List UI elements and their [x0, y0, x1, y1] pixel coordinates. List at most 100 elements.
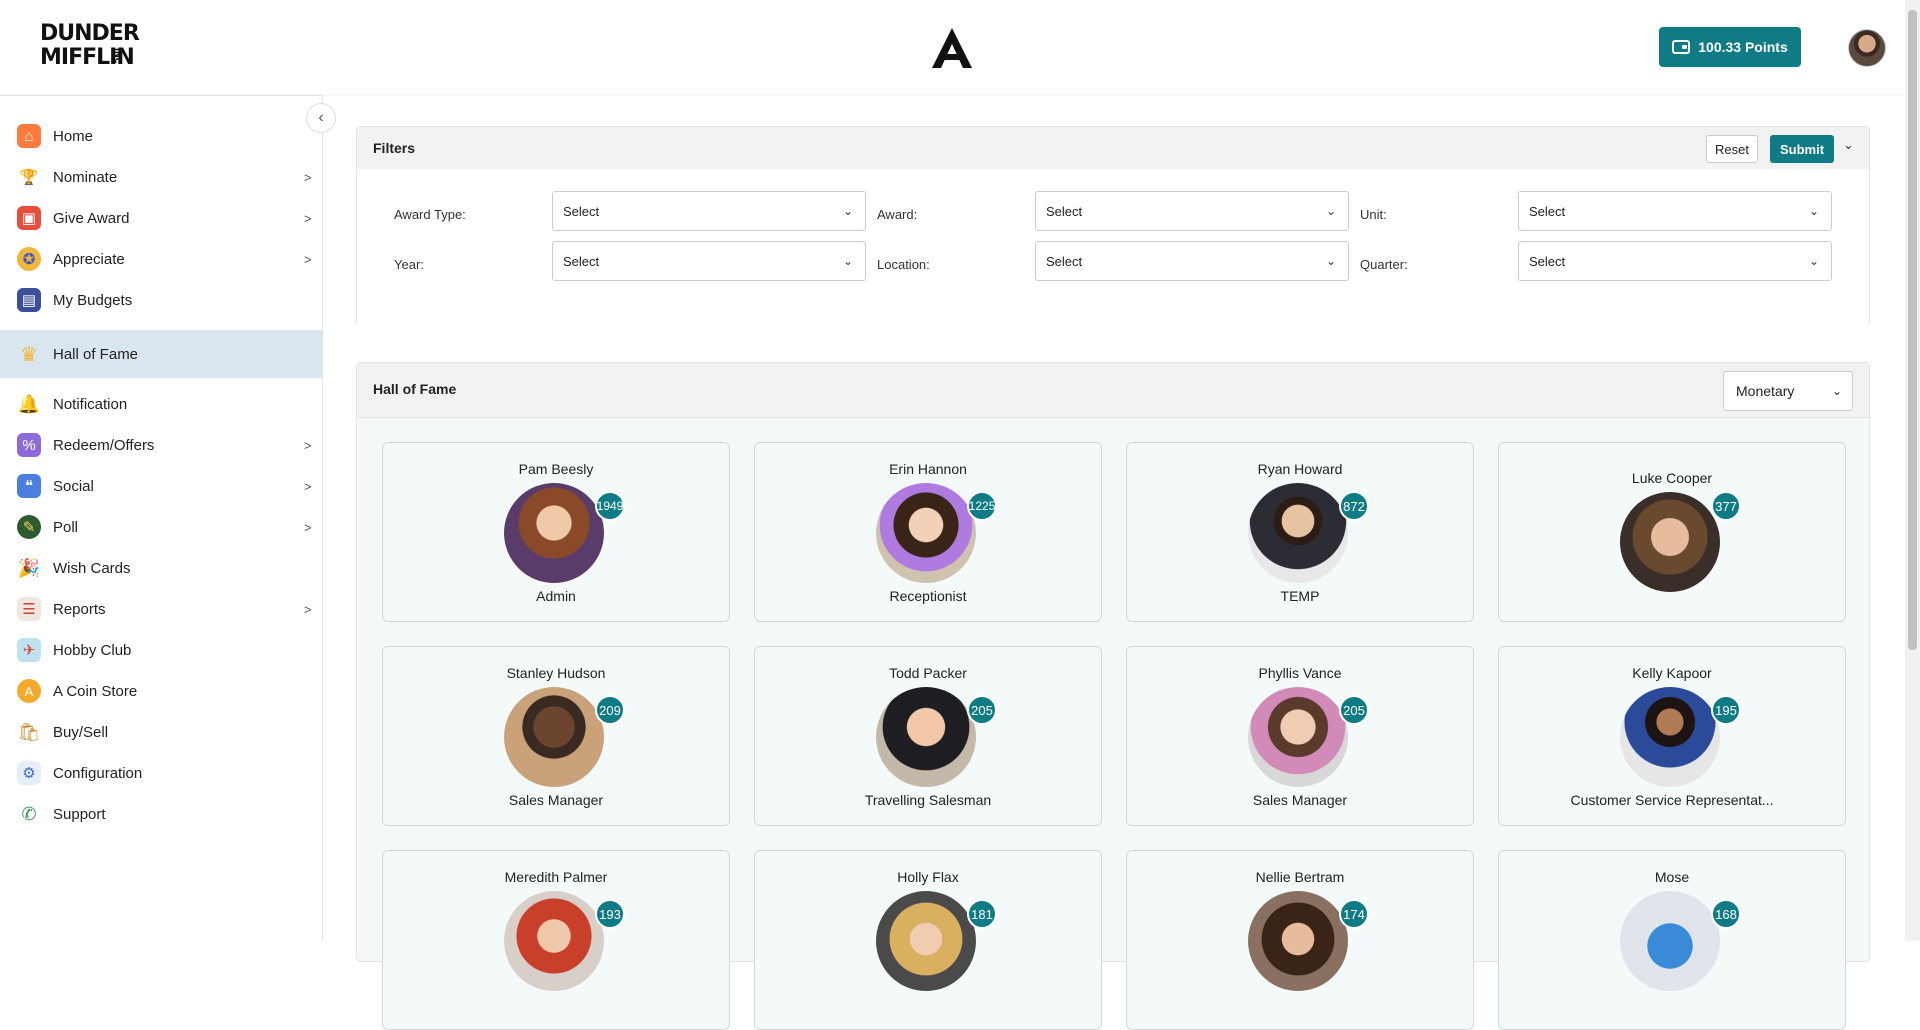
medal-icon: ✪ — [17, 247, 41, 271]
card-name: Erin Hannon — [889, 461, 967, 477]
avatar — [1620, 492, 1720, 592]
sidebar-item-label: My Budgets — [53, 291, 133, 309]
page-scrollbar[interactable] — [1905, 0, 1920, 941]
chevron-down-icon: ⌄ — [1325, 254, 1336, 268]
year-value: Select — [563, 253, 600, 269]
hof-card[interactable]: Nellie Bertram 174 — [1126, 850, 1474, 1030]
hof-card[interactable]: Meredith Palmer 193 — [382, 850, 730, 1030]
hof-card[interactable]: Luke Cooper 377 — [1498, 442, 1846, 622]
avatar — [1248, 483, 1348, 583]
avatar — [504, 483, 604, 583]
sidebar-item-label: Notification — [53, 395, 128, 413]
coin-icon: A — [17, 679, 41, 703]
quarter-label: Quarter: — [1360, 257, 1408, 272]
points-badge: 195 — [1711, 695, 1741, 725]
sidebar-item-give-award[interactable]: ▣ Give Award > — [0, 198, 322, 238]
location-value: Select — [1046, 253, 1083, 269]
home-icon: ⌂ — [17, 124, 41, 148]
wallet-icon — [1672, 40, 1691, 54]
location-label: Location: — [877, 257, 930, 272]
card-role: Sales Manager — [508, 792, 604, 808]
unit-value: Select — [1529, 203, 1566, 219]
avatar — [1248, 891, 1348, 991]
sidebar-item-label: Buy/Sell — [53, 723, 109, 741]
location-select[interactable]: Select ⌄ — [1035, 241, 1349, 281]
sidebar-item-hall-of-fame[interactable]: ♛ Hall of Fame — [0, 330, 322, 378]
crown-icon: ♛ — [20, 343, 38, 366]
scrollbar-thumb[interactable] — [1908, 10, 1917, 650]
user-avatar[interactable] — [1848, 29, 1886, 67]
hof-card[interactable]: Pam Beesly 1949 Admin — [382, 442, 730, 622]
sidebar-item-label: Hobby Club — [53, 641, 132, 659]
sidebar-item-wish-cards[interactable]: 🎉 Wish Cards — [0, 548, 322, 588]
card-name: Mose — [1654, 869, 1690, 885]
hof-card[interactable]: Erin Hannon 1225 Receptionist — [754, 442, 1102, 622]
sidebar-item-label: Support — [53, 805, 106, 823]
chevron-left-icon: ‹ — [318, 109, 324, 126]
sidebar-item-reports[interactable]: ☰ Reports > — [0, 589, 322, 629]
sidebar-item-support[interactable]: ✆ Support — [0, 794, 322, 834]
avatar — [504, 891, 604, 991]
hof-card[interactable]: Holly Flax 181 — [754, 850, 1102, 1030]
sidebar-item-social[interactable]: ❝ Social > — [0, 466, 322, 506]
award-type-label: Award Type: — [394, 207, 466, 222]
card-name: Phyllis Vance — [1258, 665, 1342, 681]
bell-icon: 🔔 — [17, 393, 41, 414]
sidebar-item-buy-sell[interactable]: 🛍 Buy/Sell — [0, 712, 322, 752]
dunder-mifflin-logo[interactable]: DUNDER MIFFLIN INC — [40, 22, 140, 74]
sidebar-item-label: Hall of Fame — [53, 345, 139, 363]
sidebar-item-configuration[interactable]: ⚙ Configuration — [0, 753, 322, 793]
phone-icon: ✆ — [21, 803, 37, 824]
sidebar-item-a-coin-store[interactable]: A A Coin Store — [0, 671, 322, 711]
sidebar-item-hobby-club[interactable]: ✈ Hobby Club — [0, 630, 322, 670]
sidebar-item-appreciate[interactable]: ✪ Appreciate > — [0, 239, 322, 279]
award-category-select[interactable]: Monetary ⌄ — [1723, 371, 1853, 411]
hof-card[interactable]: Phyllis Vance 205 Sales Manager — [1126, 646, 1474, 826]
hof-card[interactable]: Kelly Kapoor 195 Customer Service Repres… — [1498, 646, 1846, 826]
award-type-value: Select — [563, 203, 600, 219]
points-button[interactable]: 100.33 Points — [1659, 27, 1801, 67]
sidebar-item-nominate[interactable]: 🏆 Nominate > — [0, 157, 322, 197]
chevron-down-icon: ⌄ — [1808, 204, 1819, 218]
hof-card[interactable]: Todd Packer 205 Travelling Salesman — [754, 646, 1102, 826]
top-header: DUNDER MIFFLIN INC 100.33 Points — [0, 0, 1905, 94]
year-select[interactable]: Select ⌄ — [552, 241, 866, 281]
report-icon: ☰ — [17, 597, 41, 621]
points-badge: 1225 — [967, 491, 997, 521]
offers-icon: % — [17, 433, 41, 457]
chevron-right-icon: > — [304, 519, 312, 535]
unit-select[interactable]: Select ⌄ — [1518, 191, 1832, 231]
sidebar-item-label: A Coin Store — [53, 682, 138, 700]
hof-card[interactable]: Mose 168 — [1498, 850, 1846, 1030]
sidebar-item-label: Social — [53, 477, 94, 495]
quarter-select[interactable]: Select ⌄ — [1518, 241, 1832, 281]
award-select[interactable]: Select ⌄ — [1035, 191, 1349, 231]
sidebar-item-redeem-offers[interactable]: % Redeem/Offers > — [0, 425, 322, 465]
filters-panel: Filters Reset Submit ⌄ Award Type: Selec… — [356, 126, 1870, 327]
award-type-select[interactable]: Select ⌄ — [552, 191, 866, 231]
chevron-down-icon[interactable]: ⌄ — [1843, 137, 1854, 153]
card-role: Sales Manager — [1252, 792, 1348, 808]
hof-card[interactable]: Stanley Hudson 209 Sales Manager — [382, 646, 730, 826]
hof-header: Hall of Fame Monetary ⌄ — [357, 363, 1869, 418]
hof-card[interactable]: Ryan Howard 872 TEMP — [1126, 442, 1474, 622]
brand-line-1: DUNDER — [40, 21, 140, 46]
sidebar-item-notification[interactable]: 🔔 Notification — [0, 384, 322, 424]
card-name: Todd Packer — [889, 665, 967, 681]
a-logo-icon[interactable] — [928, 24, 976, 72]
collapse-sidebar-button[interactable]: ‹ — [306, 103, 336, 133]
filters-title: Filters — [373, 140, 416, 156]
submit-button[interactable]: Submit — [1770, 135, 1834, 163]
points-badge: 193 — [595, 899, 625, 929]
sidebar-item-my-budgets[interactable]: ▤ My Budgets — [0, 280, 322, 320]
sidebar-item-home[interactable]: ⌂ Home — [0, 116, 322, 156]
unit-label: Unit: — [1360, 207, 1387, 222]
sidebar-item-poll[interactable]: ✎ Poll > — [0, 507, 322, 547]
chevron-right-icon: > — [304, 210, 312, 226]
points-badge: 181 — [967, 899, 997, 929]
card-role: Admin — [536, 588, 576, 604]
chevron-down-icon: ⌄ — [1325, 204, 1336, 218]
points-badge: 205 — [1339, 695, 1369, 725]
reset-button[interactable]: Reset — [1706, 135, 1758, 163]
sidebar-item-label: Wish Cards — [53, 559, 131, 577]
